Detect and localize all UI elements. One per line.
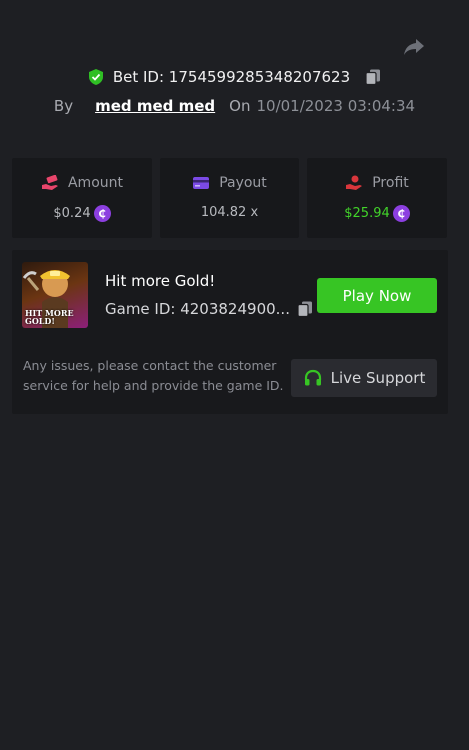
share-icon (404, 39, 424, 55)
payout-label: Payout (219, 175, 267, 191)
by-label: By (53, 97, 74, 115)
card-icon (192, 175, 210, 191)
amount-label: Amount (67, 175, 123, 191)
headset-icon (303, 368, 323, 388)
game-thumbnail[interactable]: HIT MORE GOLD! (22, 262, 88, 328)
money-hand-icon (41, 175, 59, 191)
game-id-text: Game ID: 4203824900... (105, 300, 290, 318)
profit-label: Profit (372, 175, 409, 191)
profit-value: $25.94 (344, 206, 390, 221)
thumbnail-title: HIT MORE GOLD! (25, 308, 74, 326)
payout-value: 104.82 x (200, 205, 259, 220)
play-now-button[interactable]: Play Now (317, 278, 437, 313)
live-support-label: Live Support (330, 369, 426, 387)
game-id-row: Game ID: 4203824900... (105, 300, 314, 318)
copy-icon (297, 301, 312, 318)
coin-icon: ₵ (392, 205, 410, 222)
payout-card: Payout 104.82 x (160, 158, 299, 238)
bet-detail-page: Bet ID: 1754599285348207623 By med med m… (0, 0, 469, 750)
username-link[interactable]: med med med (95, 97, 215, 115)
game-title: Hit more Gold! (105, 272, 216, 290)
profit-hand-icon (345, 175, 363, 191)
bet-author-row: By med med med On 10/01/2023 03:04:34 (0, 97, 469, 115)
game-card: HIT MORE GOLD! Hit more Gold! Game ID: 4… (12, 250, 448, 414)
copy-icon (365, 69, 381, 86)
coin-icon: ₵ (93, 205, 111, 222)
copy-bet-id-button[interactable] (364, 68, 382, 86)
verified-shield-icon (87, 68, 105, 86)
amount-value: $0.24 (53, 206, 91, 221)
support-message: Any issues, please contact the customer … (23, 358, 284, 393)
on-label: On (229, 97, 251, 115)
bet-datetime: 10/01/2023 03:04:34 (256, 97, 416, 115)
bet-id-text: Bet ID: 1754599285348207623 (112, 68, 351, 86)
bet-id-row: Bet ID: 1754599285348207623 (0, 68, 469, 86)
profit-card: Profit $25.94 ₵ (307, 158, 447, 238)
copy-game-id-button[interactable] (296, 300, 314, 318)
amount-card: Amount $0.24 ₵ (12, 158, 152, 238)
live-support-button[interactable]: Live Support (291, 359, 437, 397)
share-button[interactable] (400, 36, 428, 58)
